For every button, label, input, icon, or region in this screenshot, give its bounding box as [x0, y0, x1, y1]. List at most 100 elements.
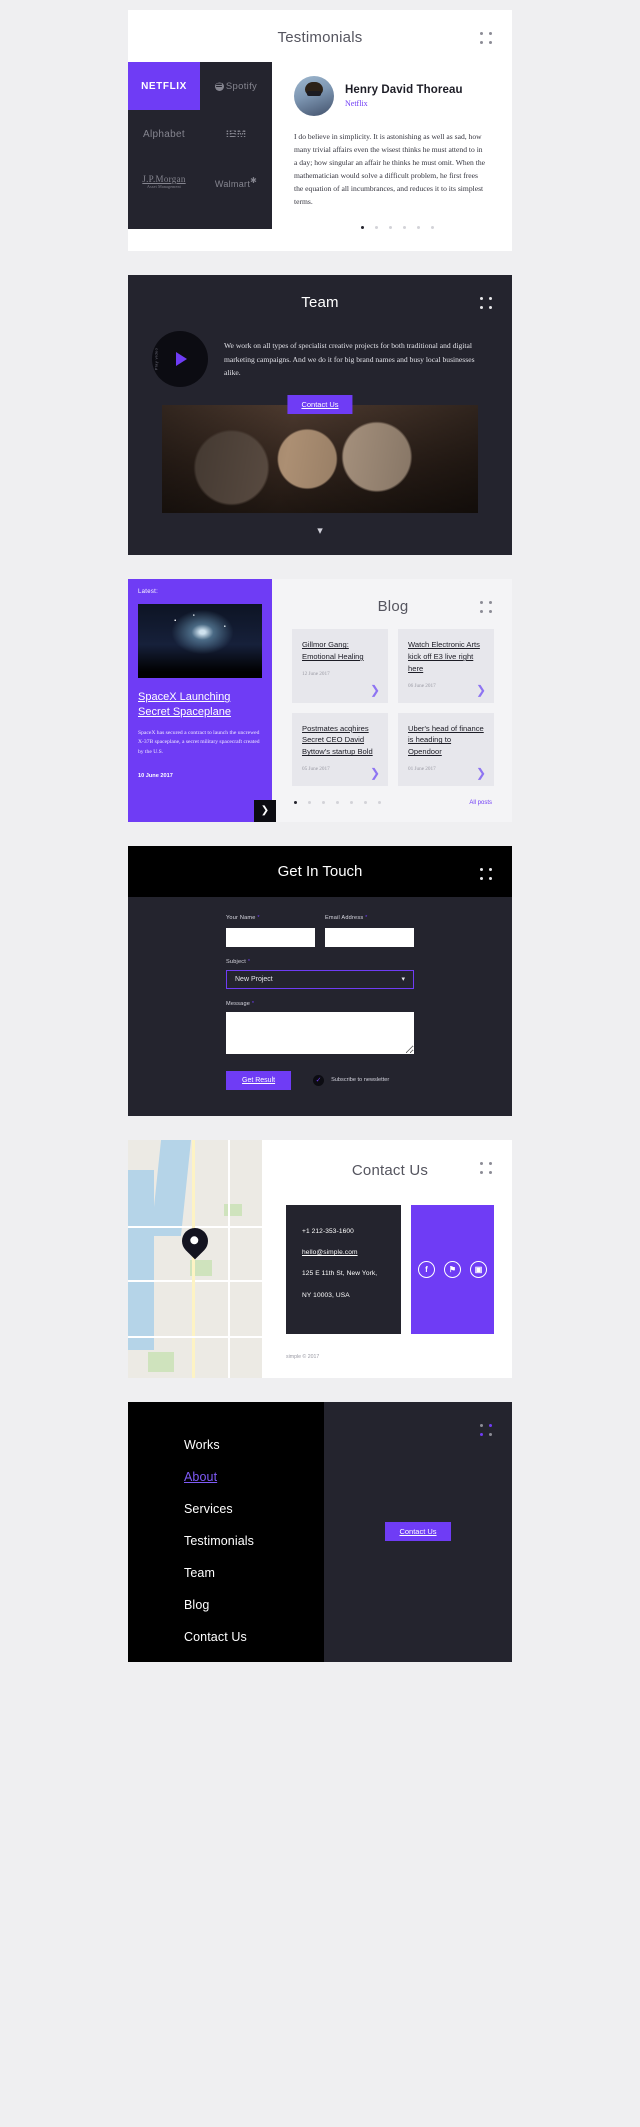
required-mark: * [365, 914, 368, 921]
name-input[interactable] [226, 927, 315, 947]
chevron-down-icon: ▾ [401, 976, 405, 984]
blog-card[interactable]: Postmates acqhires Secret CEO David Bytt… [292, 712, 388, 786]
blog-card-date: 12 June 2017 [302, 670, 330, 677]
contact-details: Contact Us +1 212-353-1600 hello@simple.… [262, 1140, 512, 1378]
all-posts-link[interactable]: All posts [469, 800, 492, 806]
play-video-button[interactable]: Play video [152, 331, 208, 388]
logo-jpmorgan[interactable]: J.P.Morgan Asset Management [128, 158, 200, 206]
blog-list: Blog Gillmor Gang: Emotional Healing 12 … [272, 579, 512, 822]
required-mark: * [251, 1000, 255, 1007]
logo-walmart[interactable]: Walmart✱ [200, 158, 272, 206]
featured-post-title[interactable]: SpaceX Launching Secret Spaceplane [138, 690, 262, 720]
social-links-card: f ⚑ ▣ [411, 1204, 494, 1334]
blog-card-grid: Gillmor Gang: Emotional Healing 12 June … [292, 629, 494, 786]
map[interactable] [128, 1139, 262, 1378]
team-intro: Play video We work on all types of speci… [128, 325, 512, 388]
form-actions: Get Result ✓ Subscribe to newsletter [226, 1070, 414, 1090]
blog-pagination[interactable] [294, 801, 381, 805]
nav-item-works[interactable]: Works [184, 1438, 324, 1452]
message-label: Message * [226, 1000, 255, 1007]
message-field-group: Message * [226, 1001, 414, 1059]
blog-card-title[interactable]: Watch Electronic Arts kick off E3 live r… [408, 639, 484, 674]
testimonial-quote: I do believe in simplicity. It is astoni… [294, 132, 485, 207]
logo-spotify[interactable]: Spotify [200, 62, 272, 110]
name-label: Your Name * [226, 914, 260, 921]
spotify-icon [214, 81, 224, 91]
nav-item-contact-us[interactable]: Contact Us [184, 1630, 324, 1644]
person-name: Henry David Thoreau [345, 84, 463, 96]
grid-menu-icon[interactable] [480, 601, 494, 615]
facebook-icon[interactable]: f [418, 1260, 435, 1278]
avatar [294, 76, 334, 116]
section-title-blog: Blog [377, 598, 409, 616]
team-description: We work on all types of specialist creat… [224, 341, 475, 378]
nav-item-team[interactable]: Team [184, 1566, 324, 1580]
testimonial-pagination[interactable] [294, 226, 492, 230]
email-label: Email Address * [325, 914, 368, 921]
team-section: Team Play video We work on all types of … [128, 275, 512, 556]
chevron-right-icon[interactable]: ❯ [370, 766, 380, 780]
blog-footer: All posts [292, 786, 494, 822]
blog-card[interactable]: Uber's head of finance is heading to Ope… [398, 712, 494, 786]
address-line-2: NY 10003, USA [302, 1291, 350, 1299]
footer-section: Works About Services Testimonials Team B… [128, 1401, 512, 1662]
instagram-icon[interactable]: ▣ [470, 1260, 487, 1278]
contact-us-button[interactable]: Contact Us [287, 395, 353, 415]
name-field-group: Your Name * [226, 915, 315, 947]
blog-card[interactable]: Watch Electronic Arts kick off E3 live r… [398, 629, 494, 703]
nav-item-about[interactable]: About [184, 1470, 324, 1484]
contact-section: Contact Us +1 212-353-1600 hello@simple.… [128, 1139, 512, 1378]
grid-menu-icon[interactable] [480, 32, 494, 46]
subject-label: Subject * [226, 958, 251, 965]
grid-menu-icon[interactable] [480, 297, 494, 311]
blog-card-title[interactable]: Uber's head of finance is heading to Ope… [408, 723, 484, 758]
email-address[interactable]: hello@simple.com [302, 1248, 385, 1258]
play-icon [176, 352, 187, 367]
blog-card-title[interactable]: Gillmor Gang: Emotional Healing [302, 639, 378, 663]
logo-ibm[interactable]: IBM [200, 110, 272, 158]
blog-card-date: 01 June 2017 [408, 765, 436, 772]
grid-menu-icon[interactable] [480, 1423, 494, 1438]
section-title-team: Team [301, 294, 339, 312]
chevron-down-icon[interactable]: ▾ [128, 513, 512, 555]
nav-item-services[interactable]: Services [184, 1502, 324, 1516]
featured-post-date: 10 June 2017 [138, 773, 173, 780]
person-company: Netflix [345, 99, 368, 108]
grid-menu-icon[interactable] [480, 867, 494, 882]
twitter-icon[interactable]: ⚑ [444, 1260, 461, 1278]
required-mark: * [247, 958, 251, 965]
testimonials-body: NETFLIX Spotify Alphabet IBM J.P.Morgan A… [128, 62, 512, 230]
subject-field-group: Subject * New Project ▾ [226, 959, 414, 989]
section-title-touch: Get In Touch [277, 862, 363, 880]
chevron-right-icon[interactable]: ❯ [476, 683, 486, 697]
blog-card[interactable]: Gillmor Gang: Emotional Healing 12 June … [292, 629, 388, 703]
chevron-right-icon[interactable]: ❯ [476, 766, 486, 780]
newsletter-checkbox-group[interactable]: ✓ Subscribe to newsletter [313, 1074, 389, 1086]
email-input[interactable] [325, 927, 414, 947]
contact-us-button[interactable]: Contact Us [385, 1522, 451, 1542]
featured-post[interactable]: Latest: SpaceX Launching Secret Spacepla… [128, 579, 276, 822]
grid-menu-icon[interactable] [480, 1161, 494, 1176]
phone-number[interactable]: +1 212-353-1600 [302, 1227, 385, 1237]
team-media: Contact Us [162, 395, 478, 514]
section-header-touch: Get In Touch [128, 845, 512, 897]
get-result-button[interactable]: Get Result [226, 1070, 292, 1090]
subject-selected-value: New Project [235, 975, 273, 983]
testimonial-content: Henry David Thoreau Netflix I do believe… [272, 62, 512, 230]
footer-nav: Works About Services Testimonials Team B… [128, 1401, 324, 1662]
blog-card-title[interactable]: Postmates acqhires Secret CEO David Bytt… [302, 723, 378, 758]
message-textarea[interactable] [226, 1011, 414, 1054]
copyright: simple © 2017 [286, 1353, 320, 1360]
next-arrow-icon[interactable]: ❯ [254, 799, 276, 822]
checkbox-icon[interactable]: ✓ [313, 1074, 325, 1086]
footer-cta: Contact Us [324, 1401, 512, 1662]
logo-alphabet[interactable]: Alphabet [128, 110, 200, 158]
contact-cards: +1 212-353-1600 hello@simple.com 125 E 1… [286, 1204, 494, 1334]
featured-post-image [138, 604, 262, 679]
logo-netflix[interactable]: NETFLIX [128, 62, 200, 110]
chevron-right-icon[interactable]: ❯ [370, 683, 380, 697]
subject-select[interactable]: New Project ▾ [226, 969, 414, 989]
page-title: Testimonials [277, 29, 363, 46]
nav-item-blog[interactable]: Blog [184, 1598, 324, 1612]
nav-item-testimonials[interactable]: Testimonials [184, 1534, 324, 1548]
